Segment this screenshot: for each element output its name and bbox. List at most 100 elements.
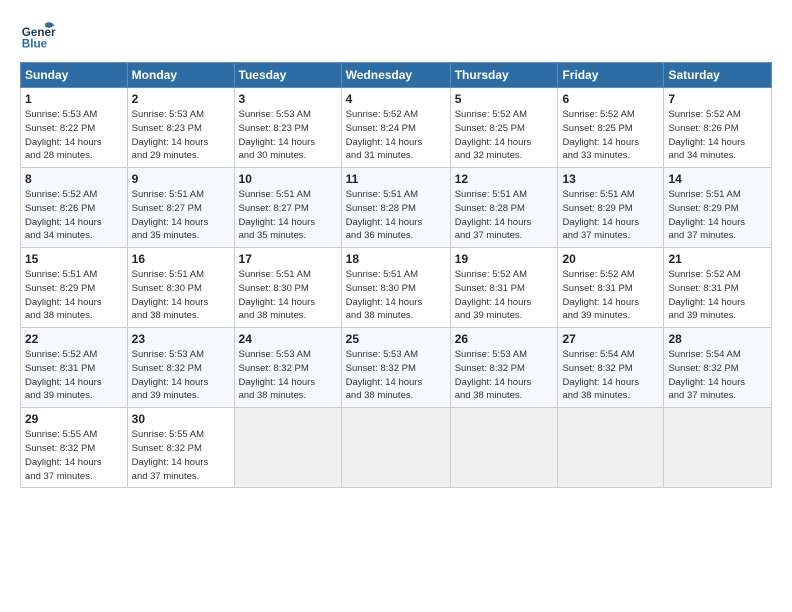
day-info: Sunrise: 5:52 AM Sunset: 8:25 PM Dayligh… <box>455 108 554 163</box>
day-info: Sunrise: 5:51 AM Sunset: 8:29 PM Dayligh… <box>562 188 659 243</box>
day-number: 23 <box>132 332 230 346</box>
day-info: Sunrise: 5:51 AM Sunset: 8:27 PM Dayligh… <box>132 188 230 243</box>
day-cell-15: 15 Sunrise: 5:51 AM Sunset: 8:29 PM Dayli… <box>21 248 128 328</box>
column-header-thursday: Thursday <box>450 63 558 88</box>
week-row-3: 22Sunrise: 5:52 AM Sunset: 8:31 PM Dayli… <box>21 328 772 408</box>
day-cell-11: 11 Sunrise: 5:51 AM Sunset: 8:28 PM Dayli… <box>341 168 450 248</box>
day-info: Sunrise: 5:52 AM Sunset: 8:31 PM Dayligh… <box>455 268 554 323</box>
day-cell-8: 8 Sunrise: 5:52 AM Sunset: 8:26 PM Daylig… <box>21 168 128 248</box>
header: General Blue <box>20 16 772 52</box>
day-cell-24: 24 Sunrise: 5:53 AM Sunset: 8:32 PM Dayli… <box>234 328 341 408</box>
day-number: 26 <box>455 332 554 346</box>
day-info: Sunrise: 5:54 AM Sunset: 8:32 PM Dayligh… <box>562 348 659 403</box>
day-number: 20 <box>562 252 659 266</box>
day-number: 1 <box>25 92 123 106</box>
day-number: 14 <box>668 172 767 186</box>
day-number: 15 <box>25 252 123 266</box>
week-row-1: 8 Sunrise: 5:52 AM Sunset: 8:26 PM Daylig… <box>21 168 772 248</box>
day-cell-12: 12 Sunrise: 5:51 AM Sunset: 8:28 PM Dayli… <box>450 168 558 248</box>
day-info: Sunrise: 5:51 AM Sunset: 8:29 PM Dayligh… <box>668 188 767 243</box>
day-cell-22: 22Sunrise: 5:52 AM Sunset: 8:31 PM Dayli… <box>21 328 128 408</box>
day-info: Sunrise: 5:53 AM Sunset: 8:23 PM Dayligh… <box>132 108 230 163</box>
day-number: 17 <box>239 252 337 266</box>
day-cell-18: 18 Sunrise: 5:51 AM Sunset: 8:30 PM Dayli… <box>341 248 450 328</box>
week-row-0: 1 Sunrise: 5:53 AM Sunset: 8:22 PM Daylig… <box>21 88 772 168</box>
day-cell-3: 3Sunrise: 5:53 AM Sunset: 8:23 PM Daylig… <box>234 88 341 168</box>
day-info: Sunrise: 5:52 AM Sunset: 8:25 PM Dayligh… <box>562 108 659 163</box>
day-info: Sunrise: 5:51 AM Sunset: 8:30 PM Dayligh… <box>346 268 446 323</box>
day-cell-7: 7 Sunrise: 5:52 AM Sunset: 8:26 PM Daylig… <box>664 88 772 168</box>
day-number: 2 <box>132 92 230 106</box>
day-info: Sunrise: 5:51 AM Sunset: 8:27 PM Dayligh… <box>239 188 337 243</box>
column-header-wednesday: Wednesday <box>341 63 450 88</box>
day-info: Sunrise: 5:51 AM Sunset: 8:28 PM Dayligh… <box>346 188 446 243</box>
day-number: 10 <box>239 172 337 186</box>
week-row-2: 15 Sunrise: 5:51 AM Sunset: 8:29 PM Dayli… <box>21 248 772 328</box>
calendar: SundayMondayTuesdayWednesdayThursdayFrid… <box>20 62 772 488</box>
day-info: Sunrise: 5:51 AM Sunset: 8:28 PM Dayligh… <box>455 188 554 243</box>
calendar-header-row: SundayMondayTuesdayWednesdayThursdayFrid… <box>21 63 772 88</box>
day-info: Sunrise: 5:52 AM Sunset: 8:24 PM Dayligh… <box>346 108 446 163</box>
day-number: 19 <box>455 252 554 266</box>
day-info: Sunrise: 5:53 AM Sunset: 8:32 PM Dayligh… <box>455 348 554 403</box>
calendar-body: 1 Sunrise: 5:53 AM Sunset: 8:22 PM Daylig… <box>21 88 772 488</box>
day-number: 13 <box>562 172 659 186</box>
day-info: Sunrise: 5:54 AM Sunset: 8:32 PM Dayligh… <box>668 348 767 403</box>
day-info: Sunrise: 5:52 AM Sunset: 8:31 PM Dayligh… <box>668 268 767 323</box>
day-cell-17: 17 Sunrise: 5:51 AM Sunset: 8:30 PM Dayli… <box>234 248 341 328</box>
day-number: 16 <box>132 252 230 266</box>
day-cell-9: 9 Sunrise: 5:51 AM Sunset: 8:27 PM Daylig… <box>127 168 234 248</box>
day-number: 24 <box>239 332 337 346</box>
day-info: Sunrise: 5:52 AM Sunset: 8:26 PM Dayligh… <box>25 188 123 243</box>
day-number: 11 <box>346 172 446 186</box>
day-cell-26: 26 Sunrise: 5:53 AM Sunset: 8:32 PM Dayli… <box>450 328 558 408</box>
day-cell-2: 2 Sunrise: 5:53 AM Sunset: 8:23 PM Daylig… <box>127 88 234 168</box>
day-info: Sunrise: 5:51 AM Sunset: 8:30 PM Dayligh… <box>239 268 337 323</box>
day-info: Sunrise: 5:53 AM Sunset: 8:22 PM Dayligh… <box>25 108 123 163</box>
column-header-monday: Monday <box>127 63 234 88</box>
day-cell-23: 23 Sunrise: 5:53 AM Sunset: 8:32 PM Dayli… <box>127 328 234 408</box>
day-cell-19: 19 Sunrise: 5:52 AM Sunset: 8:31 PM Dayli… <box>450 248 558 328</box>
day-cell-21: 21Sunrise: 5:52 AM Sunset: 8:31 PM Dayli… <box>664 248 772 328</box>
day-number: 22 <box>25 332 123 346</box>
svg-text:Blue: Blue <box>22 38 48 51</box>
day-number: 8 <box>25 172 123 186</box>
day-cell-4: 4 Sunrise: 5:52 AM Sunset: 8:24 PM Daylig… <box>341 88 450 168</box>
day-info: Sunrise: 5:53 AM Sunset: 8:32 PM Dayligh… <box>346 348 446 403</box>
day-cell-empty <box>234 408 341 488</box>
day-info: Sunrise: 5:52 AM Sunset: 8:31 PM Dayligh… <box>562 268 659 323</box>
day-number: 9 <box>132 172 230 186</box>
day-number: 6 <box>562 92 659 106</box>
logo: General Blue <box>20 16 61 52</box>
day-number: 28 <box>668 332 767 346</box>
day-cell-29: 29Sunrise: 5:55 AM Sunset: 8:32 PM Dayli… <box>21 408 128 488</box>
day-cell-1: 1 Sunrise: 5:53 AM Sunset: 8:22 PM Daylig… <box>21 88 128 168</box>
day-cell-empty <box>341 408 450 488</box>
day-info: Sunrise: 5:51 AM Sunset: 8:29 PM Dayligh… <box>25 268 123 323</box>
day-cell-13: 13 Sunrise: 5:51 AM Sunset: 8:29 PM Dayli… <box>558 168 664 248</box>
day-cell-empty <box>450 408 558 488</box>
day-cell-30: 30Sunrise: 5:55 AM Sunset: 8:32 PM Dayli… <box>127 408 234 488</box>
day-cell-14: 14 Sunrise: 5:51 AM Sunset: 8:29 PM Dayli… <box>664 168 772 248</box>
day-info: Sunrise: 5:53 AM Sunset: 8:32 PM Dayligh… <box>132 348 230 403</box>
day-number: 27 <box>562 332 659 346</box>
day-cell-6: 6 Sunrise: 5:52 AM Sunset: 8:25 PM Daylig… <box>558 88 664 168</box>
day-cell-20: 20 Sunrise: 5:52 AM Sunset: 8:31 PM Dayli… <box>558 248 664 328</box>
day-cell-empty <box>558 408 664 488</box>
column-header-tuesday: Tuesday <box>234 63 341 88</box>
day-info: Sunrise: 5:53 AM Sunset: 8:32 PM Dayligh… <box>239 348 337 403</box>
day-number: 7 <box>668 92 767 106</box>
day-number: 18 <box>346 252 446 266</box>
day-cell-10: 10 Sunrise: 5:51 AM Sunset: 8:27 PM Dayli… <box>234 168 341 248</box>
column-header-saturday: Saturday <box>664 63 772 88</box>
day-number: 12 <box>455 172 554 186</box>
day-number: 4 <box>346 92 446 106</box>
day-cell-5: 5 Sunrise: 5:52 AM Sunset: 8:25 PM Daylig… <box>450 88 558 168</box>
logo-icon: General Blue <box>20 16 56 52</box>
day-number: 5 <box>455 92 554 106</box>
day-number: 3 <box>239 92 337 106</box>
day-number: 29 <box>25 412 123 426</box>
day-cell-27: 27 Sunrise: 5:54 AM Sunset: 8:32 PM Dayli… <box>558 328 664 408</box>
day-info: Sunrise: 5:52 AM Sunset: 8:26 PM Dayligh… <box>668 108 767 163</box>
day-number: 25 <box>346 332 446 346</box>
